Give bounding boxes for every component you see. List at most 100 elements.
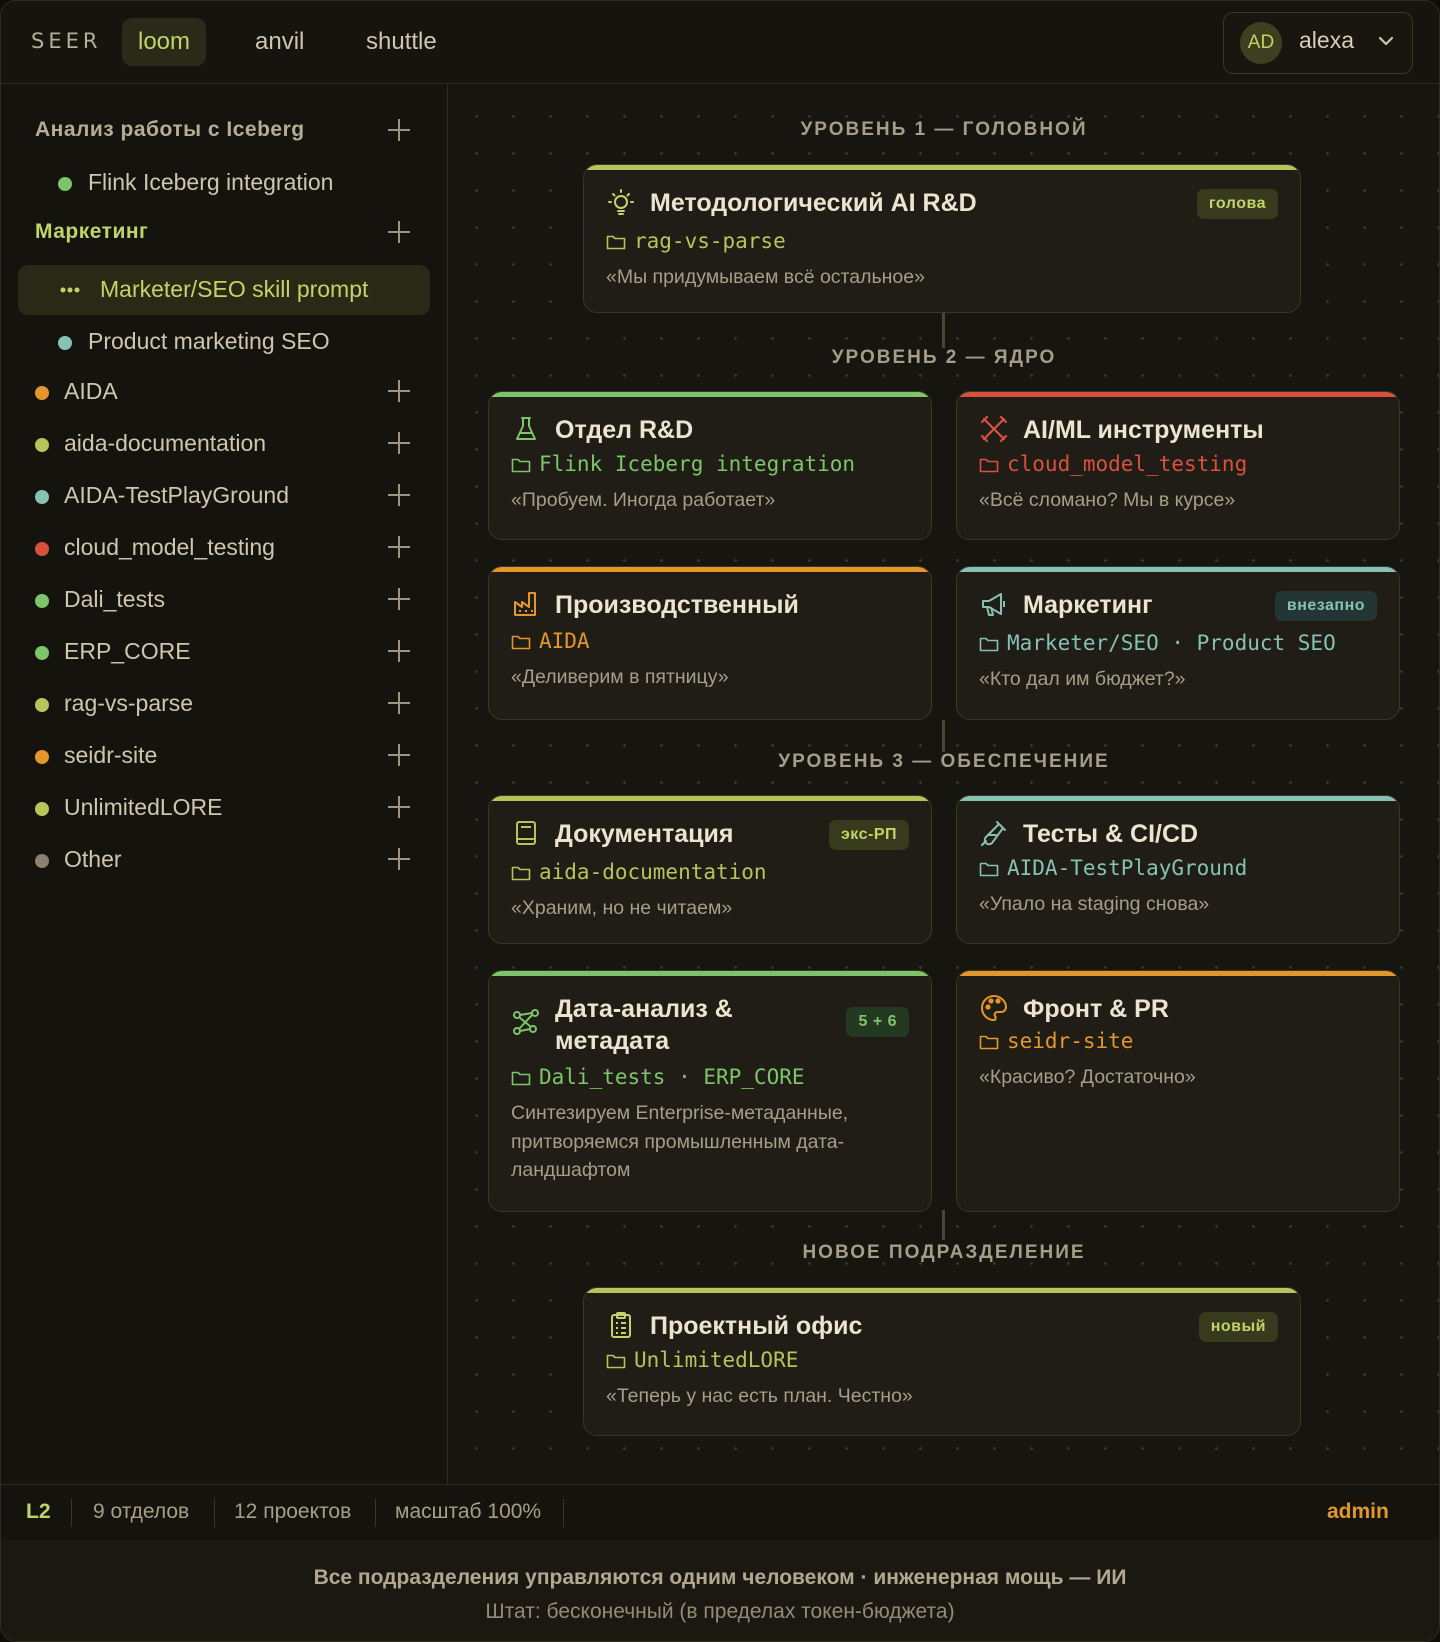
org-canvas: УРОВЕНЬ 1 — ГОЛОВНОЙ УРОВЕНЬ 2 — ЯДРО УР…	[448, 84, 1439, 1484]
sidebar-item-project[interactable]: aida-documentation	[64, 430, 266, 457]
add-icon[interactable]	[388, 796, 410, 818]
dept-card-marketing[interactable]: Маркетинг внезапно Marketer/SEO · Produc…	[956, 566, 1400, 720]
dept-card-front[interactable]: Фронт & PR seidr-site «Красиво? Достаточ…	[956, 970, 1400, 1212]
project-count: 12 проектов	[234, 1500, 352, 1523]
sidebar-item-project[interactable]: seidr-site	[64, 742, 157, 769]
card-project-label: seidr-site	[1007, 1029, 1134, 1053]
folder-icon	[979, 1035, 999, 1050]
card-quote: «Пробуем. Иногда работает»	[511, 489, 776, 511]
app-window: SEER loom anvil shuttle AD alexa Анализ …	[0, 0, 1440, 1642]
chevron-down-icon	[1378, 36, 1394, 46]
card-title: Проектный офис	[650, 1312, 863, 1340]
dept-card-head[interactable]: Методологический AI R&D голова rag-vs-pa…	[583, 164, 1301, 313]
sidebar-item-flink[interactable]: Flink Iceberg integration	[88, 169, 333, 196]
dept-card-pmo[interactable]: Проектный офис новый UnlimitedLORE «Тепе…	[583, 1287, 1301, 1436]
sidebar-item-project[interactable]: Dali_tests	[64, 586, 165, 613]
add-icon[interactable]	[388, 380, 410, 402]
card-project-label: Dali_tests · ERP_CORE	[539, 1065, 805, 1089]
megaphone-icon	[982, 593, 1005, 616]
sidebar-item-project[interactable]: cloud_model_testing	[64, 534, 275, 561]
folder-icon	[511, 458, 531, 473]
badge: внезапно	[1274, 591, 1377, 621]
status-dot	[58, 177, 72, 191]
add-icon[interactable]	[388, 744, 410, 766]
status-dot	[35, 594, 49, 608]
card-project[interactable]: seidr-site	[979, 1029, 1133, 1053]
sidebar-item-project[interactable]: AIDA	[64, 378, 118, 405]
card-project-label: UnlimitedLORE	[634, 1348, 799, 1372]
avatar: AD	[1240, 22, 1282, 64]
tab-anvil[interactable]: anvil	[239, 18, 320, 66]
sidebar-item-project[interactable]: ERP_CORE	[64, 638, 191, 665]
card-project[interactable]: AIDA-TestPlayGround	[979, 856, 1247, 880]
group-title-iceberg: Анализ работы с Iceberg	[35, 118, 305, 141]
folder-icon	[511, 866, 531, 881]
card-project[interactable]: AIDA	[511, 629, 590, 653]
folder-icon	[606, 1354, 626, 1369]
card-title: Методологический AI R&D	[650, 189, 977, 217]
add-icon[interactable]	[388, 588, 410, 610]
sidebar-item-product-seo[interactable]: Product marketing SEO	[88, 328, 330, 355]
card-quote: «Теперь у нас есть план. Честно»	[606, 1385, 913, 1407]
sidebar-item-selected[interactable]: Marketer/SEO skill prompt	[18, 265, 430, 315]
card-project[interactable]: Flink Iceberg integration	[511, 452, 855, 476]
add-icon[interactable]	[388, 432, 410, 454]
card-project-label: cloud_model_testing	[1007, 452, 1248, 476]
dept-card-production[interactable]: Производственный AIDA «Деливерим в пятни…	[488, 566, 932, 720]
status-dot	[35, 386, 49, 400]
tab-loom[interactable]: loom	[122, 18, 207, 66]
card-project[interactable]: aida-documentation	[511, 860, 767, 884]
sidebar-item-project[interactable]: Other	[64, 846, 122, 873]
folder-icon	[511, 635, 531, 650]
status-dot	[35, 802, 49, 816]
connector-line	[942, 1210, 945, 1240]
sidebar-item-label: Marketer/SEO skill prompt	[100, 276, 369, 302]
badge: голова	[1196, 189, 1278, 219]
card-quote-line1: Синтезируем Enterprise-метаданные,	[511, 1102, 849, 1124]
factory-icon	[514, 592, 536, 616]
dept-card-tests[interactable]: Тесты & CI/CD AIDA-TestPlayGround «Упало…	[956, 795, 1400, 944]
card-title-line1: Дата-анализ &	[555, 995, 733, 1023]
card-project[interactable]: Dali_tests · ERP_CORE	[511, 1065, 805, 1089]
card-quote: «Храним, но не читаем»	[511, 897, 733, 919]
card-project-label: rag-vs-parse	[634, 229, 786, 253]
card-quote: «Красиво? Достаточно»	[979, 1066, 1196, 1088]
zoom-level: масштаб 100%	[395, 1500, 542, 1523]
add-icon[interactable]	[388, 221, 410, 243]
status-dot	[35, 490, 49, 504]
card-project[interactable]: UnlimitedLORE	[606, 1348, 798, 1372]
badge: новый	[1198, 1312, 1278, 1342]
card-quote: «Кто дал им бюджет?»	[979, 668, 1186, 690]
add-icon[interactable]	[388, 484, 410, 506]
tab-shuttle[interactable]: shuttle	[350, 18, 453, 66]
add-icon[interactable]	[388, 692, 410, 714]
divider	[71, 1499, 72, 1527]
add-icon[interactable]	[388, 119, 410, 141]
dept-card-docs[interactable]: Документация экс-РП aida-documentation «…	[488, 795, 932, 944]
card-project-label: Marketer/SEO · Product SEO	[1007, 631, 1336, 655]
lightbulb-icon	[608, 189, 634, 215]
role-badge: admin	[1327, 1500, 1389, 1523]
folder-icon	[979, 862, 999, 877]
footer-line1: Все подразделения управляются одним чело…	[313, 1566, 1127, 1589]
sidebar-item-project[interactable]: AIDA-TestPlayGround	[64, 482, 289, 509]
add-icon[interactable]	[388, 848, 410, 870]
add-icon[interactable]	[388, 536, 410, 558]
card-title: Маркетинг	[1023, 591, 1153, 619]
badge: 5 + 6	[846, 1007, 909, 1037]
user-menu[interactable]: AD alexa	[1223, 12, 1413, 74]
level-heading: УРОВЕНЬ 2 — ЯДРО	[831, 347, 1057, 368]
sidebar-item-project[interactable]: rag-vs-parse	[64, 690, 193, 717]
card-project[interactable]: cloud_model_testing	[979, 452, 1247, 476]
dept-card-aiml[interactable]: AI/ML инструменты cloud_model_testing «В…	[956, 391, 1400, 540]
card-project[interactable]: Marketer/SEO · Product SEO	[979, 631, 1336, 655]
card-project[interactable]: rag-vs-parse	[606, 229, 786, 253]
sidebar-item-project[interactable]: UnlimitedLORE	[64, 794, 223, 821]
card-title-line2: метадата	[555, 1027, 670, 1055]
footer-line2: Штат: бесконечный (в пределах токен-бюдж…	[485, 1600, 955, 1623]
status-dot	[35, 750, 49, 764]
dept-card-data[interactable]: Дата-анализ & метадата 5 + 6 Dali_tests …	[488, 970, 932, 1212]
status-dot	[58, 336, 72, 350]
dept-card-rnd[interactable]: Отдел R&D Flink Iceberg integration «Про…	[488, 391, 932, 540]
add-icon[interactable]	[388, 640, 410, 662]
